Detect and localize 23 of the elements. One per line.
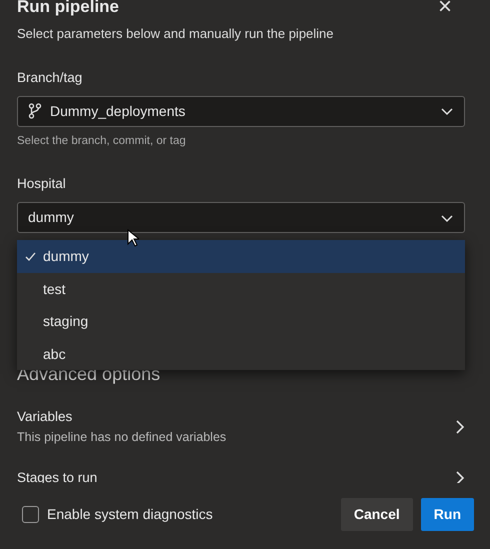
- dropdown-option[interactable]: dummy: [17, 240, 465, 273]
- field-label: Hospital: [17, 175, 67, 193]
- checkbox-label: Enable system diagnostics: [47, 504, 213, 524]
- option-title: Stages to run: [17, 469, 98, 488]
- option-title: Variables: [17, 408, 74, 426]
- dropdown-option[interactable]: abc: [17, 338, 465, 370]
- dialog-subtitle: Select parameters below and manually run the pipeline: [17, 25, 335, 43]
- cancel-button[interactable]: Cancel: [340, 498, 413, 530]
- dropdown-option[interactable]: test: [17, 272, 465, 306]
- chevron-right-icon[interactable]: [455, 418, 465, 435]
- help-text: Select the branch, commit, or tag: [17, 134, 187, 149]
- close-button[interactable]: ×: [434, 0, 456, 19]
- hospital-dropdown[interactable]: dummy: [17, 202, 465, 234]
- run-button[interactable]: Run: [420, 498, 474, 530]
- dialog-title: Run pipeline: [17, 0, 119, 18]
- mouse-pointer-icon: [127, 229, 139, 248]
- field-label: Branch/tag: [17, 68, 84, 87]
- checkmark-icon: [25, 252, 36, 261]
- dropdown-option[interactable]: staging: [17, 305, 465, 338]
- option-description: This pipeline has no defined variables: [17, 428, 228, 446]
- checkbox[interactable]: [22, 506, 39, 522]
- branch-dropdown[interactable]: Dummy_deployments: [17, 96, 465, 127]
- branch-icon: [28, 103, 42, 120]
